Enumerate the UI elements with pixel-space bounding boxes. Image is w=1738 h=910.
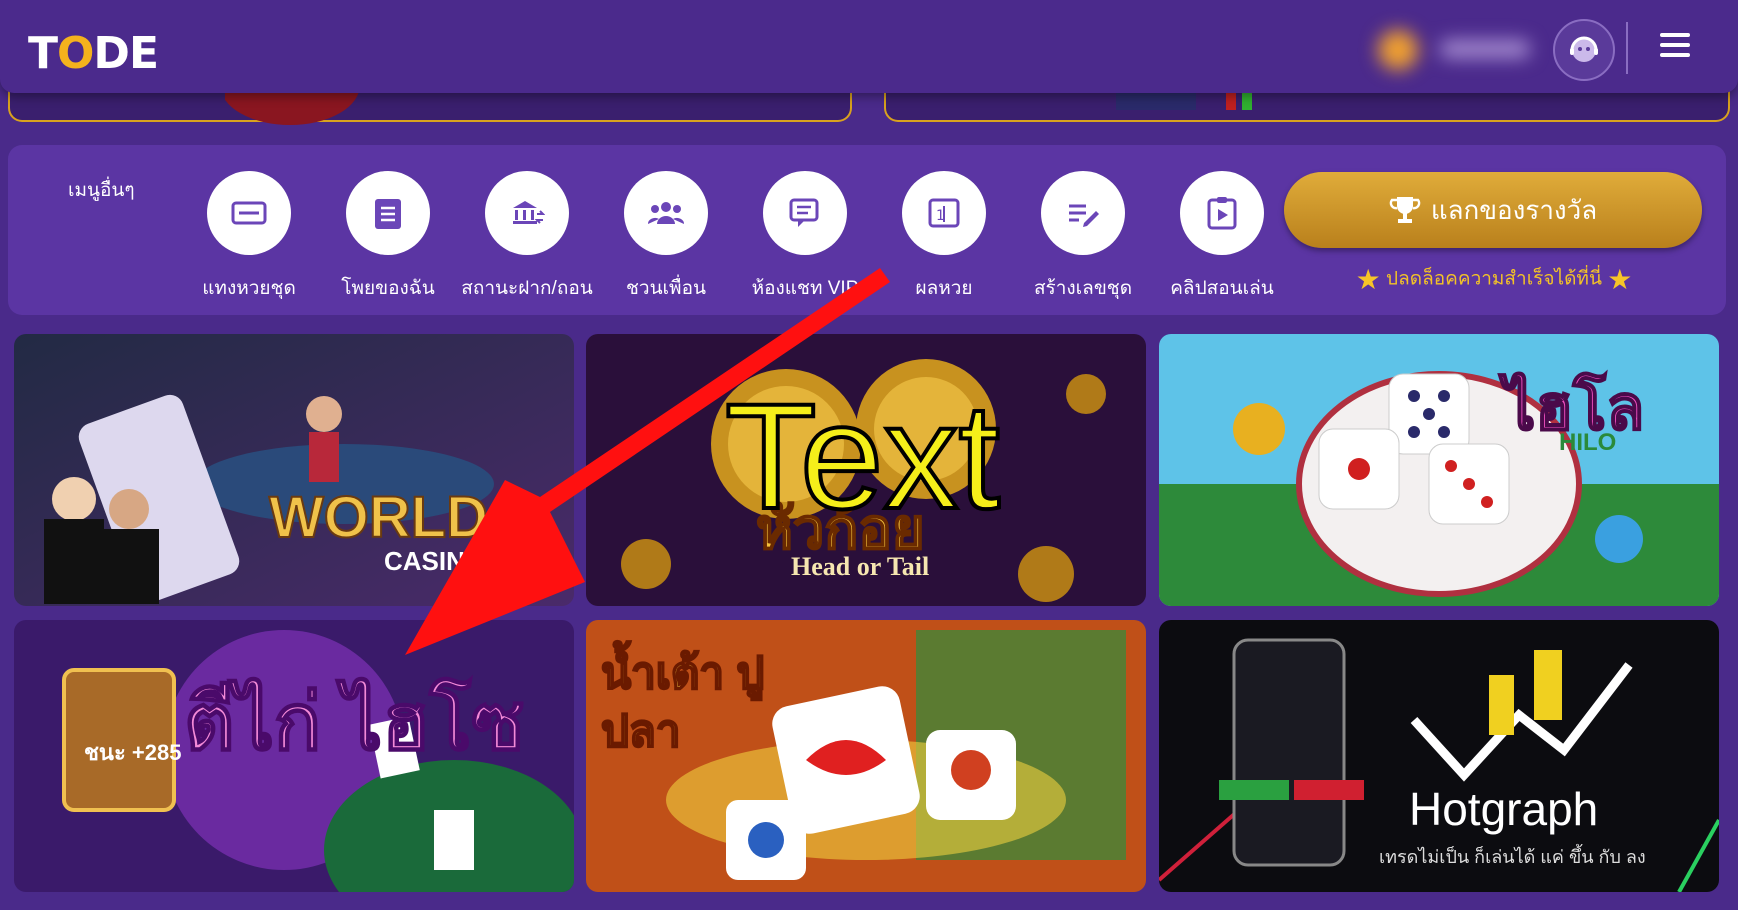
annotation-text: Text (723, 370, 1002, 542)
menu-item-vip-chat[interactable]: ห้องแชท VIP (735, 171, 875, 303)
other-menu-panel: เมนูอื่นๆ แทงหวยชุด โพยของฉัน สถานะฝาก/ถ… (8, 145, 1726, 315)
menu-label: สร้างเลขชุด (1033, 278, 1133, 299)
menu-item-tutorial-clips[interactable]: คลิปสอนเล่น (1152, 171, 1292, 303)
video-clip-icon (1180, 171, 1264, 255)
menu-label: สถานะฝาก/ถอน (461, 278, 593, 299)
achievement-text: ปลดล็อคความสำเร็จได้ที่นี่ (1386, 268, 1602, 290)
game-title: Hotgraph (1409, 783, 1599, 835)
redeem-reward-button[interactable]: แลกของรางวัล (1284, 172, 1702, 248)
menu-label: แทงหวยชุด (202, 278, 296, 299)
menu-label: คลิปสอนเล่น (1170, 278, 1274, 299)
game-tile-cockfight-hiso[interactable]: ตีไก่ ไฮโซ ชนะ +285 (14, 620, 574, 892)
other-menu-label: เมนูอื่นๆ (68, 180, 135, 201)
game-title: WORLD (268, 484, 489, 551)
game-subtitle: CASINO (384, 546, 486, 576)
chat-icon (763, 171, 847, 255)
game-tile-hotgraph[interactable]: Hotgraph เทรดไม่เป็น ก็เล่นได้ แค่ ขึ้น … (1159, 620, 1719, 892)
menu-label: ชวนเพื่อน (626, 278, 706, 299)
game-subtitle: เทรดไม่เป็น ก็เล่นได้ แค่ ขึ้น กับ ลง (1379, 847, 1646, 867)
hamburger-icon[interactable] (1660, 33, 1690, 61)
ticket-icon (207, 171, 291, 255)
lottery-result-icon: 1 (902, 171, 986, 255)
game-subtitle: Head or Tail (791, 552, 930, 581)
checklist-icon (346, 171, 430, 255)
menu-item-create-number-set[interactable]: สร้างเลขชุด (1013, 171, 1153, 303)
game-title: ตีไก่ ไฮโซ (183, 677, 525, 767)
menu-item-my-tickets[interactable]: โพยของฉัน (318, 171, 458, 303)
redeem-reward-label: แลกของรางวัล (1430, 194, 1598, 225)
menu-label: ห้องแชท VIP (751, 278, 859, 299)
game-tile-fish-prawn-crab[interactable]: น้ำเต้า ปูปลา (586, 620, 1146, 892)
top-header: TODE (0, 0, 1738, 93)
menu-label: โพยของฉัน (341, 278, 435, 299)
achievement-link[interactable]: ★ ปลดล็อคความสำเร็จได้ที่นี่ ★ (1294, 263, 1694, 296)
header-divider (1626, 22, 1628, 74)
support-agent-icon[interactable] (1553, 19, 1615, 81)
bank-transfer-icon (485, 171, 569, 255)
game-subtitle: HILO (1559, 429, 1617, 456)
user-balance-blurred[interactable] (1370, 26, 1550, 72)
game-tile-world-casino[interactable]: WORLD CASINO (14, 334, 574, 606)
star-icon: ★ (1607, 264, 1633, 295)
menu-item-deposit-status[interactable]: สถานะฝาก/ถอน (457, 171, 597, 303)
menu-item-lottery-results[interactable]: 1 ผลหวย (874, 171, 1014, 303)
site-logo[interactable]: TODE (28, 28, 159, 79)
menu-item-lottery-set[interactable]: แทงหวยชุด (179, 171, 319, 303)
star-icon: ★ (1355, 264, 1381, 295)
menu-item-invite-friends[interactable]: ชวนเพื่อน (596, 171, 736, 303)
edit-list-icon (1041, 171, 1125, 255)
group-icon (624, 171, 708, 255)
menu-label: ผลหวย (915, 278, 973, 299)
game-subtitle: ชนะ +285 (84, 740, 182, 765)
trophy-icon (1389, 197, 1421, 223)
game-tile-hilo[interactable]: ไฮโล HILO (1159, 334, 1719, 606)
game-title: น้ำเต้า ปูปลา (600, 648, 765, 757)
